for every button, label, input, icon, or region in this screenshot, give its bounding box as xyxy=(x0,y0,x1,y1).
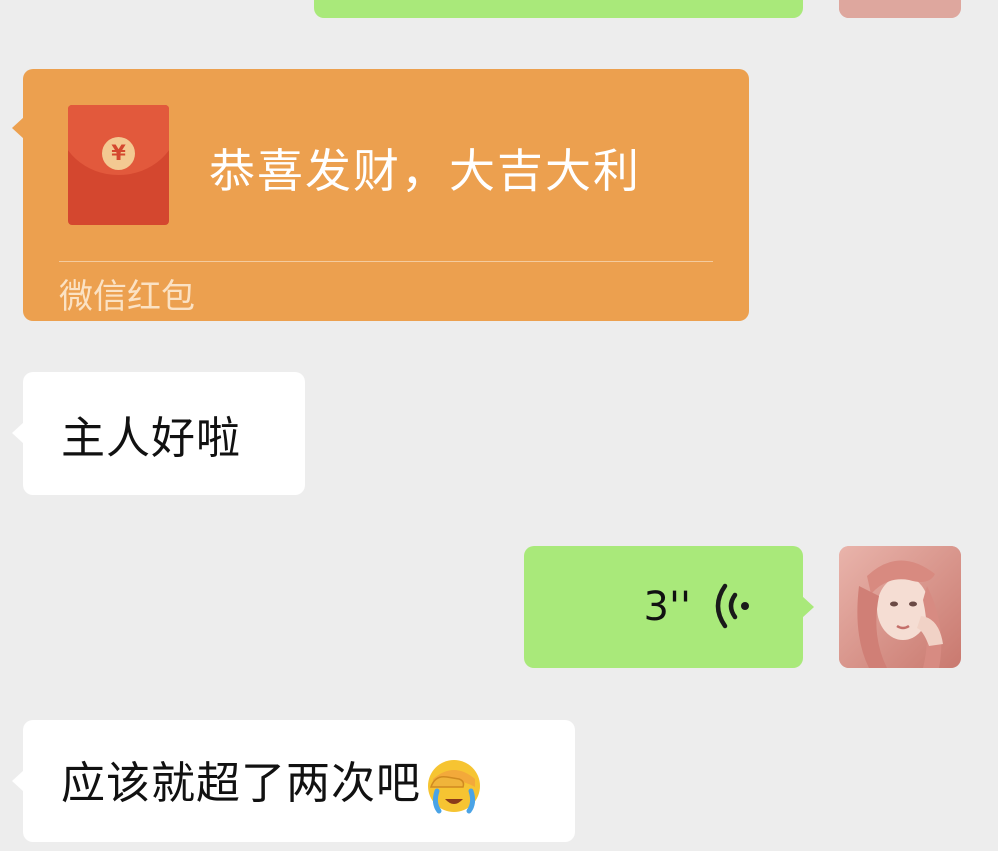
voice-wave-icon xyxy=(715,583,749,629)
chat-window: ¥ 恭喜发财，大吉大利 微信红包 主人好啦 3'' 应该就超了两次吧 xyxy=(0,0,998,851)
red-packet-title: 恭喜发财，大吉大利 xyxy=(209,144,641,198)
incoming-message-bubble[interactable]: 主人好啦 xyxy=(12,372,305,495)
voice-duration: 3'' xyxy=(643,584,691,630)
red-packet-icon: ¥ xyxy=(68,105,169,225)
self-avatar-top[interactable] xyxy=(839,0,961,18)
yuan-coin-icon: ¥ xyxy=(102,137,135,170)
crying-facepalm-emoji xyxy=(428,760,480,814)
message-content: 应该就超了两次吧 xyxy=(61,747,483,815)
bubble-tail xyxy=(802,596,814,618)
voice-message-bubble[interactable]: 3'' xyxy=(524,546,814,668)
red-packet-bubble[interactable]: ¥ 恭喜发财，大吉大利 微信红包 xyxy=(12,69,749,321)
bubble-tail xyxy=(12,117,24,139)
divider xyxy=(59,261,713,262)
message-text: 应该就超了两次吧 xyxy=(61,758,421,809)
red-packet-label: 微信红包 xyxy=(59,277,195,317)
avatar-image xyxy=(839,0,961,18)
message-text: 主人好啦 xyxy=(61,412,241,464)
incoming-message-bubble[interactable]: 应该就超了两次吧 xyxy=(12,720,575,842)
avatar-image xyxy=(839,546,961,668)
partial-outgoing-bubble[interactable] xyxy=(314,0,803,18)
bubble-tail xyxy=(12,422,24,444)
self-avatar[interactable] xyxy=(839,546,961,668)
bubble-tail xyxy=(12,770,24,792)
